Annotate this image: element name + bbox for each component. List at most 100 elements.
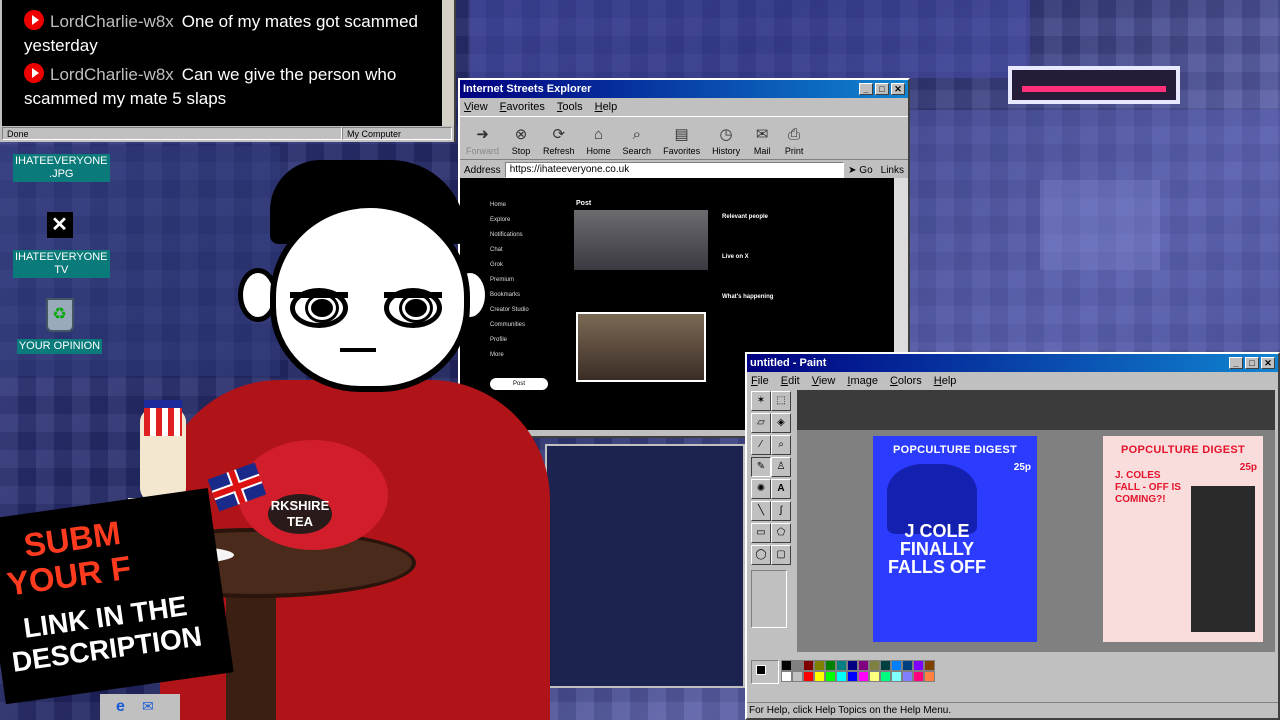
palette-swatch[interactable] bbox=[847, 671, 858, 682]
chat-scrollbar[interactable] bbox=[442, 0, 454, 126]
palette-swatch[interactable] bbox=[891, 660, 902, 671]
palette-swatch[interactable] bbox=[858, 660, 869, 671]
home-button[interactable]: ⌂ Home bbox=[587, 126, 611, 156]
x-nav-home[interactable]: Home bbox=[490, 198, 529, 213]
menu-view[interactable]: View bbox=[812, 375, 836, 387]
palette-swatch[interactable] bbox=[825, 660, 836, 671]
maximize-button[interactable]: □ bbox=[875, 83, 889, 95]
ellipse-icon[interactable]: ◯ bbox=[751, 545, 771, 565]
x-video-1[interactable] bbox=[574, 210, 708, 270]
palette-swatch[interactable] bbox=[891, 671, 902, 682]
minimize-button[interactable]: _ bbox=[859, 83, 873, 95]
favorites-button[interactable]: ▤ Favorites bbox=[663, 126, 700, 156]
palette-swatch[interactable] bbox=[924, 671, 935, 682]
x-video-2[interactable] bbox=[576, 312, 706, 382]
rectangle-icon[interactable]: ▭ bbox=[751, 523, 771, 543]
menu-file[interactable]: File bbox=[751, 375, 769, 387]
desktop-icon-ihateeveryone-tv[interactable]: IHATEEVERYONE TV bbox=[13, 250, 110, 278]
browser-titlebar[interactable]: Internet Streets Explorer _ □ ✕ bbox=[460, 80, 908, 98]
fill-icon[interactable]: ◈ bbox=[771, 413, 791, 433]
palette-swatch[interactable] bbox=[781, 660, 792, 671]
close-button[interactable]: ✕ bbox=[1261, 357, 1275, 369]
desktop-icon-x[interactable]: ✕ bbox=[13, 212, 106, 238]
palette-swatch[interactable] bbox=[803, 660, 814, 671]
current-colors[interactable] bbox=[751, 660, 779, 684]
x-nav-premium[interactable]: Premium bbox=[490, 273, 529, 288]
line-icon[interactable]: ╲ bbox=[751, 501, 771, 521]
x-nav-communities[interactable]: Communities bbox=[490, 318, 529, 333]
url-input[interactable]: https://ihateeveryone.co.uk bbox=[504, 162, 845, 178]
cartoon-left-lid bbox=[290, 292, 348, 298]
x-nav-creator-studio[interactable]: Creator Studio bbox=[490, 303, 529, 318]
palette-swatch[interactable] bbox=[792, 660, 803, 671]
maximize-button[interactable]: □ bbox=[1245, 357, 1259, 369]
x-nav-grok[interactable]: Grok bbox=[490, 258, 529, 273]
palette-swatch[interactable] bbox=[869, 660, 880, 671]
palette-swatch[interactable] bbox=[869, 671, 880, 682]
minimize-button[interactable]: _ bbox=[1229, 357, 1243, 369]
menu-tools[interactable]: Tools bbox=[557, 101, 583, 113]
ie-icon[interactable]: e bbox=[116, 698, 125, 716]
palette-swatch[interactable] bbox=[880, 660, 891, 671]
palette-swatch[interactable] bbox=[913, 660, 924, 671]
tool-options[interactable] bbox=[751, 570, 787, 628]
chat-window: LordCharlie-w8x One of my mates got scamm… bbox=[0, 0, 456, 142]
color-picker-icon[interactable]: ⁄ bbox=[751, 435, 771, 455]
palette-swatch[interactable] bbox=[902, 671, 913, 682]
free-select-icon[interactable]: ✶ bbox=[751, 391, 771, 411]
rounded-rect-icon[interactable]: ▢ bbox=[771, 545, 791, 565]
menu-help[interactable]: Help bbox=[595, 101, 618, 113]
search-button[interactable]: ⌕ Search bbox=[623, 126, 652, 156]
palette-swatch[interactable] bbox=[803, 671, 814, 682]
paint-canvas[interactable]: POPCULTURE DIGEST 25p J COLE FINALLY FAL… bbox=[797, 390, 1275, 652]
x-nav-profile[interactable]: Profile bbox=[490, 333, 529, 348]
eraser-icon[interactable]: ▱ bbox=[751, 413, 771, 433]
stop-button[interactable]: ⊗ Stop bbox=[511, 126, 531, 156]
x-nav-bookmarks[interactable]: Bookmarks bbox=[490, 288, 529, 303]
menu-image[interactable]: Image bbox=[847, 375, 878, 387]
x-nav-more[interactable]: More bbox=[490, 348, 529, 363]
palette-swatch[interactable] bbox=[880, 671, 891, 682]
go-button[interactable]: ➤ Go bbox=[848, 165, 873, 176]
magnifier-icon[interactable]: ⌕ bbox=[771, 435, 791, 455]
menu-view[interactable]: View bbox=[464, 101, 488, 113]
palette-swatch[interactable] bbox=[924, 660, 935, 671]
menu-colors[interactable]: Colors bbox=[890, 375, 922, 387]
curve-icon[interactable]: ∫ bbox=[771, 501, 791, 521]
mail-button[interactable]: ✉ Mail bbox=[752, 126, 772, 156]
desktop-icon-ihateeveryone-jpg[interactable]: IHATEEVERYONE .JPG bbox=[13, 154, 110, 182]
x-nav-chat[interactable]: Chat bbox=[490, 243, 529, 258]
pencil-icon[interactable]: ✎ bbox=[751, 457, 771, 477]
refresh-button[interactable]: ⟳ Refresh bbox=[543, 126, 575, 156]
palette-swatch[interactable] bbox=[902, 660, 913, 671]
palette-swatch[interactable] bbox=[814, 671, 825, 682]
outlook-icon[interactable]: ✉ bbox=[142, 698, 154, 715]
links-button[interactable]: Links bbox=[881, 165, 904, 176]
menu-help[interactable]: Help bbox=[934, 375, 957, 387]
palette-swatch[interactable] bbox=[792, 671, 803, 682]
palette-swatch[interactable] bbox=[825, 671, 836, 682]
palette-swatch[interactable] bbox=[814, 660, 825, 671]
forward-button[interactable]: ➜ Forward bbox=[466, 126, 499, 156]
menu-favorites[interactable]: Favorites bbox=[500, 101, 545, 113]
close-button[interactable]: ✕ bbox=[891, 83, 905, 95]
paint-titlebar[interactable]: untitled - Paint _ □ ✕ bbox=[747, 354, 1278, 372]
polygon-icon[interactable]: ⬠ bbox=[771, 523, 791, 543]
airbrush-icon[interactable]: ✺ bbox=[751, 479, 771, 499]
history-button[interactable]: ◷ History bbox=[712, 126, 740, 156]
palette-swatch[interactable] bbox=[913, 671, 924, 682]
text-icon[interactable]: A bbox=[771, 479, 791, 499]
brush-icon[interactable]: ♙ bbox=[771, 457, 791, 477]
palette-swatch[interactable] bbox=[781, 671, 792, 682]
x-post-button[interactable]: Post bbox=[490, 378, 548, 390]
desktop-icon-recycle-bin[interactable]: ♻ YOUR OPINION bbox=[13, 298, 106, 354]
x-nav-explore[interactable]: Explore bbox=[490, 213, 529, 228]
palette-swatch[interactable] bbox=[858, 671, 869, 682]
palette-swatch[interactable] bbox=[847, 660, 858, 671]
print-button[interactable]: ⎙ Print bbox=[784, 126, 804, 156]
palette-swatch[interactable] bbox=[836, 660, 847, 671]
rect-select-icon[interactable]: ⬚ bbox=[771, 391, 791, 411]
x-nav-notifications[interactable]: Notifications bbox=[490, 228, 529, 243]
palette-swatch[interactable] bbox=[836, 671, 847, 682]
menu-edit[interactable]: Edit bbox=[781, 375, 800, 387]
